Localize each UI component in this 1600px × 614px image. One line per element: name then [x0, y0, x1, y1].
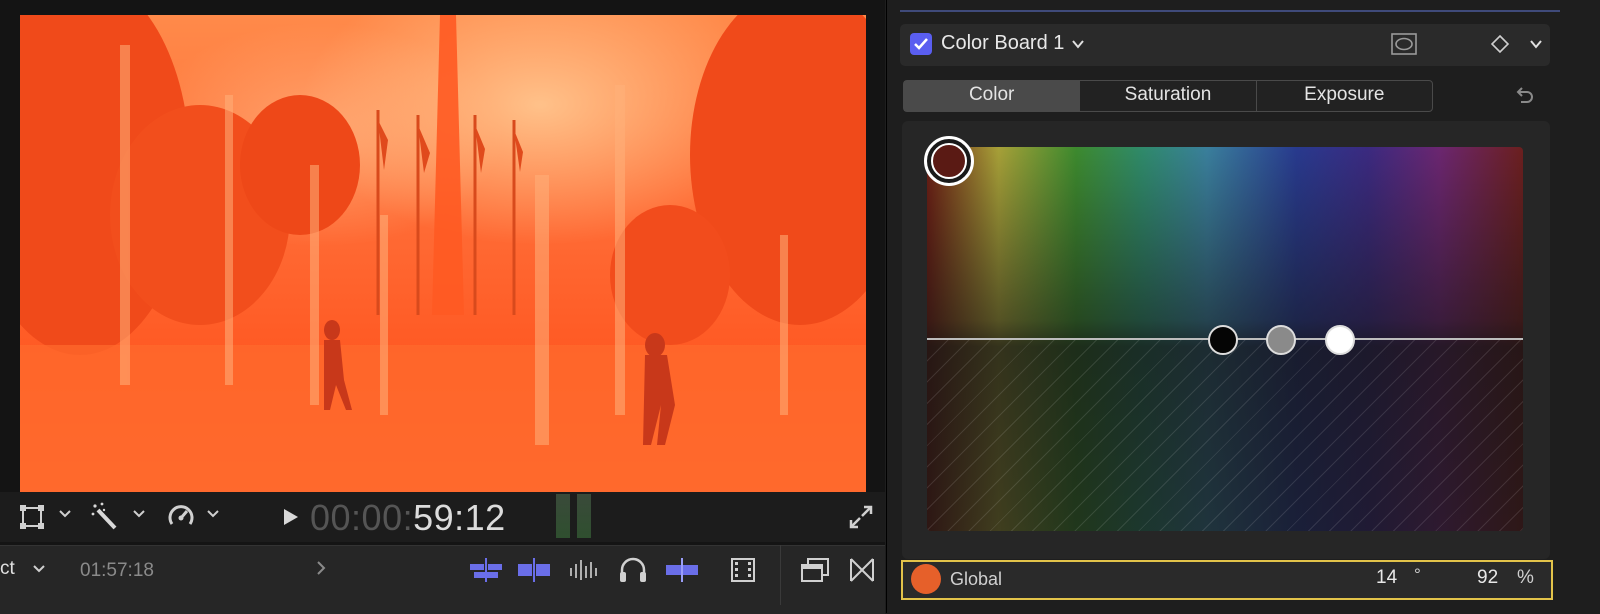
keyframe-icon[interactable]	[1490, 34, 1510, 59]
transition-icon[interactable]	[848, 556, 876, 589]
global-angle-unit: °	[1414, 565, 1421, 584]
reset-icon[interactable]	[1513, 84, 1535, 111]
tab-saturation[interactable]: Saturation	[1080, 81, 1257, 111]
speed-icon[interactable]	[166, 502, 196, 537]
mask-icon[interactable]	[1391, 33, 1417, 60]
midtones-puck[interactable]	[1266, 325, 1296, 355]
clip-appearance-icon[interactable]	[730, 556, 756, 589]
magic-wand-icon[interactable]	[90, 502, 120, 537]
expand-icon[interactable]	[848, 504, 874, 535]
effect-enable-checkbox[interactable]	[910, 33, 932, 55]
tab-color[interactable]: Color	[904, 81, 1081, 111]
audio-skimming-icon[interactable]	[568, 556, 600, 589]
chevron-down-icon[interactable]	[132, 507, 146, 526]
snapping-icon[interactable]	[470, 556, 502, 589]
transform-icon[interactable]	[18, 503, 46, 536]
board-negative-hatch	[927, 339, 1523, 531]
chevron-down-icon[interactable]	[32, 562, 46, 581]
timeline-project-label[interactable]: ct	[0, 558, 15, 580]
window-icon[interactable]	[800, 556, 830, 589]
global-label: Global	[950, 569, 1003, 589]
global-color-swatch	[911, 564, 941, 594]
headphones-icon[interactable]	[618, 556, 648, 589]
video-scene	[20, 15, 866, 492]
chevron-down-icon[interactable]	[58, 507, 72, 526]
video-frame[interactable]	[20, 15, 866, 492]
chevron-right-icon[interactable]	[314, 560, 328, 581]
highlights-puck[interactable]	[1325, 325, 1355, 355]
global-puck[interactable]	[924, 136, 974, 186]
chevron-down-icon[interactable]	[1528, 36, 1544, 57]
play-icon[interactable]	[282, 507, 300, 532]
chevron-down-icon[interactable]	[206, 507, 220, 526]
inspector-header-divider	[900, 10, 1560, 12]
timecode-bright: 59:12	[413, 497, 506, 538]
skimming-icon[interactable]	[518, 556, 550, 589]
global-amount-unit: %	[1517, 567, 1534, 588]
chevron-down-icon[interactable]	[1070, 36, 1086, 57]
audio-meter	[556, 494, 592, 538]
tab-exposure[interactable]: Exposure	[1257, 81, 1432, 111]
timecode-dim: 00:00:	[310, 497, 414, 538]
toolbar-divider	[780, 545, 781, 605]
color-board-tabs: Color Saturation Exposure	[903, 80, 1433, 112]
timeline-duration: 01:57:18	[80, 560, 154, 581]
global-angle-value[interactable]: 14	[1376, 567, 1397, 589]
global-amount-value[interactable]: 92	[1477, 567, 1498, 589]
shadows-puck[interactable]	[1208, 325, 1238, 355]
solo-icon[interactable]	[666, 556, 698, 589]
effect-name[interactable]: Color Board 1	[941, 32, 1064, 55]
timecode-display[interactable]: 00:00:59:12	[310, 497, 506, 539]
